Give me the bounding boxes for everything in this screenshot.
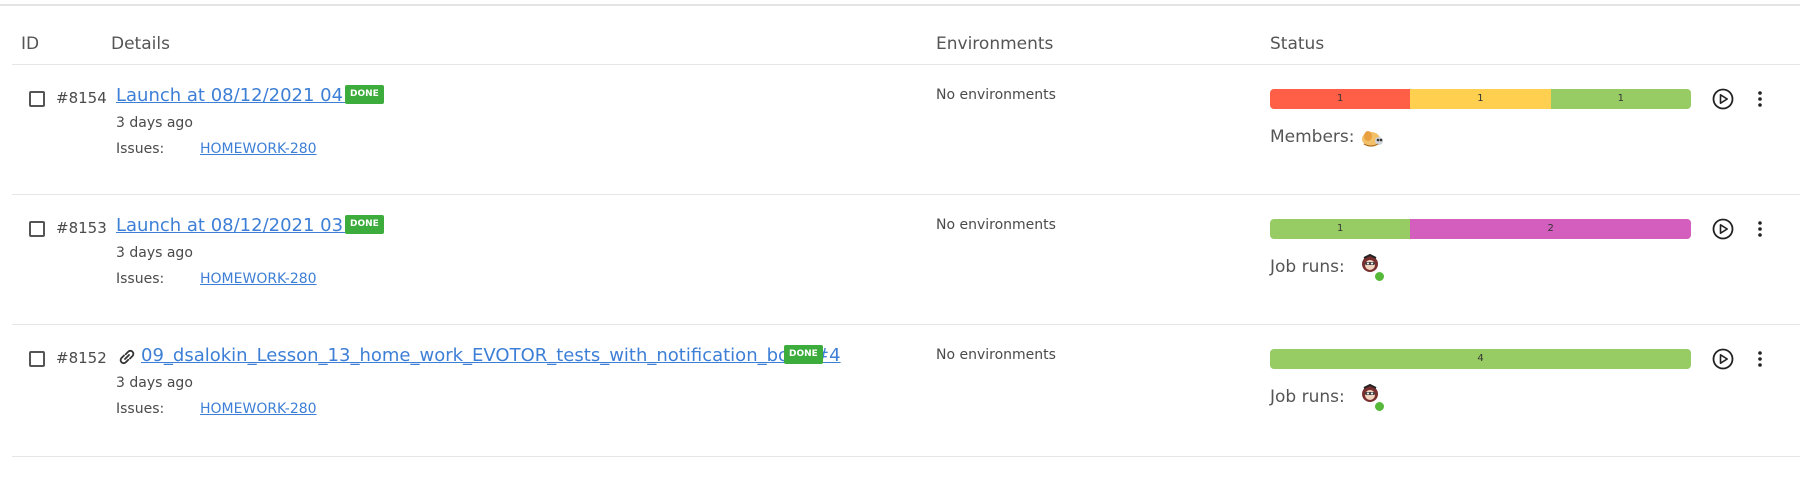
- column-header-id: ID: [21, 34, 40, 54]
- run-play-icon[interactable]: [1712, 348, 1734, 370]
- launch-title-link[interactable]: Launch at 08/12/2021 04:04: [116, 85, 372, 106]
- launch-time-ago: 3 days ago: [116, 375, 193, 391]
- status-bar-segment[interactable]: 2: [1410, 219, 1691, 239]
- row-divider: [12, 456, 1800, 457]
- job-runs-label: Job runs:: [1270, 257, 1345, 277]
- status-bar-segment[interactable]: 1: [1410, 89, 1551, 109]
- status-badge: DONE: [345, 85, 384, 104]
- launch-id: #8152: [56, 349, 107, 367]
- environments-text: No environments: [936, 217, 1056, 233]
- member-avatar-icon[interactable]: [1360, 124, 1386, 150]
- row-checkbox[interactable]: [29, 221, 45, 237]
- issue-link[interactable]: HOMEWORK-280: [200, 401, 317, 417]
- more-options-icon[interactable]: [1755, 89, 1765, 109]
- status-bar[interactable]: 111: [1270, 89, 1691, 109]
- table-row: #8152 09_dsalokin_Lesson_13_home_work_EV…: [0, 325, 1800, 457]
- job-runs-label: Job runs:: [1270, 387, 1345, 407]
- online-status-dot: [1374, 401, 1385, 412]
- status-badge: DONE: [345, 215, 384, 234]
- issues-label: Issues:: [116, 401, 165, 417]
- status-bar-segment[interactable]: 4: [1270, 349, 1691, 369]
- status-bar-segment[interactable]: 1: [1270, 89, 1411, 109]
- issue-link[interactable]: HOMEWORK-280: [200, 141, 317, 157]
- run-play-icon[interactable]: [1712, 218, 1734, 240]
- status-badge: DONE: [784, 345, 823, 364]
- row-checkbox[interactable]: [29, 91, 45, 107]
- column-header-environments: Environments: [936, 34, 1054, 54]
- launch-title-link[interactable]: 09_dsalokin_Lesson_13_home_work_EVOTOR_t…: [141, 345, 841, 366]
- status-bar-segment[interactable]: 1: [1270, 219, 1411, 239]
- status-bar[interactable]: 4: [1270, 349, 1691, 369]
- environments-text: No environments: [936, 347, 1056, 363]
- launch-time-ago: 3 days ago: [116, 245, 193, 261]
- top-divider: [0, 4, 1800, 6]
- environments-text: No environments: [936, 87, 1056, 103]
- status-bar-segment[interactable]: 1: [1550, 89, 1691, 109]
- table-row: #8154 Launch at 08/12/2021 04:04 DONE 3 …: [0, 65, 1800, 195]
- launch-id: #8153: [56, 219, 107, 237]
- issues-label: Issues:: [116, 271, 165, 287]
- status-bar[interactable]: 12: [1270, 219, 1691, 239]
- members-label: Members:: [1270, 127, 1355, 147]
- column-header-details: Details: [111, 34, 170, 54]
- launch-title-link[interactable]: Launch at 08/12/2021 03:50: [116, 215, 372, 236]
- column-header-status: Status: [1270, 34, 1325, 54]
- row-checkbox[interactable]: [29, 351, 45, 367]
- launch-time-ago: 3 days ago: [116, 115, 193, 131]
- more-options-icon[interactable]: [1755, 219, 1765, 239]
- more-options-icon[interactable]: [1755, 349, 1765, 369]
- table-row: #8153 Launch at 08/12/2021 03:50 DONE 3 …: [0, 195, 1800, 325]
- run-play-icon[interactable]: [1712, 88, 1734, 110]
- launch-id: #8154: [56, 89, 107, 107]
- link-icon: [119, 349, 135, 365]
- issue-link[interactable]: HOMEWORK-280: [200, 271, 317, 287]
- issues-label: Issues:: [116, 141, 165, 157]
- online-status-dot: [1374, 271, 1385, 282]
